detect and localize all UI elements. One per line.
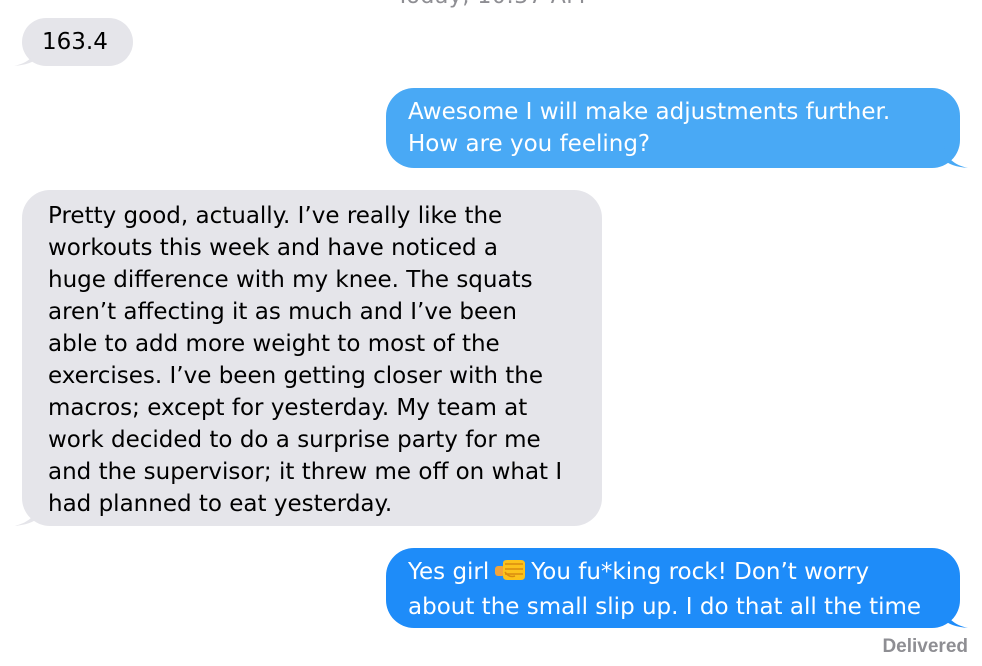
right-facing-fist-icon <box>493 558 527 591</box>
message-text-segment: You fu*king rock! Don’t worry <box>531 559 870 585</box>
conversation-timestamp: Today, 10:37 AM <box>0 0 982 9</box>
message-bubble-sent[interactable]: Yes girl You fu*king rock! Don’t worry a… <box>386 548 968 628</box>
message-text-line: macros; except for yesterday. My team at <box>48 395 528 421</box>
message-text-line: workouts this week and have noticed a <box>48 235 499 261</box>
message-text-line: How are you feeling? <box>408 131 651 157</box>
message-text-line: huge difference with my knee. The squats <box>48 267 533 293</box>
message-bubble-received[interactable]: 163.4 <box>14 18 133 66</box>
message-text-line: exercises. I’ve been getting closer with… <box>48 363 544 389</box>
message-bubble-received[interactable]: Pretty good, actually. I’ve really like … <box>14 190 602 526</box>
message-text-line: Awesome I will make adjustments further. <box>408 99 891 125</box>
message-text-line: able to add more weight to most of the <box>48 331 500 357</box>
message-text-line: and the supervisor; it threw me off on w… <box>48 459 563 485</box>
message-text-line: had planned to eat yesterday. <box>48 491 393 517</box>
message-text-line: Pretty good, actually. I’ve really like … <box>48 203 503 229</box>
message-text-line: aren’t affecting it as much and I’ve bee… <box>48 299 517 325</box>
bubble-tail-icon <box>944 146 968 168</box>
message-text-line: work decided to do a surprise party for … <box>48 427 541 453</box>
bubble-tail-icon <box>944 606 968 628</box>
message-text: 163.4 <box>42 29 108 55</box>
message-text-segment: Yes girl <box>408 559 490 585</box>
message-text-line: Yes girl You fu*king rock! Don’t worry <box>408 556 938 591</box>
bubble-tail-icon <box>14 44 38 66</box>
message-bubble-sent[interactable]: Awesome I will make adjustments further.… <box>386 88 968 168</box>
bubble-tail-icon <box>14 504 38 526</box>
delivery-status: Delivered <box>882 636 968 657</box>
message-text-line: about the small slip up. I do that all t… <box>408 594 922 620</box>
